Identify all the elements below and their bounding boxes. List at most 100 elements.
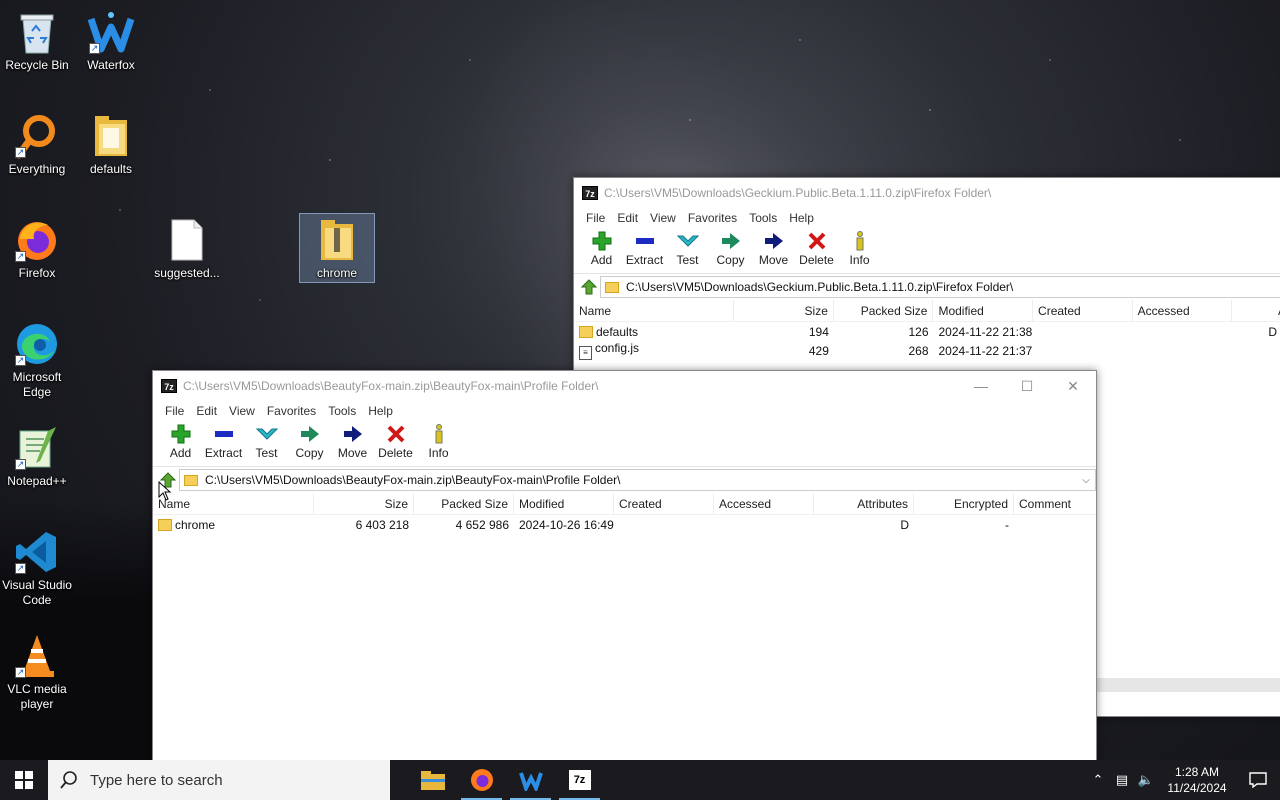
notification-center-button[interactable] (1236, 772, 1280, 788)
desktop-icon-everything[interactable]: ↗ Everything (0, 112, 74, 177)
move-label: Move (337, 446, 368, 460)
column-header-size[interactable]: Size (734, 299, 834, 322)
test-button[interactable]: Test (666, 230, 709, 267)
desktop-icon-firefox[interactable]: ↗ Firefox (0, 216, 74, 281)
firefox-icon: ↗ (13, 216, 61, 264)
move-button[interactable]: Move (331, 423, 374, 460)
menu-help[interactable]: Help (362, 404, 399, 418)
column-header-created[interactable]: Created (614, 492, 714, 515)
cell-attr: D d (1268, 324, 1280, 339)
desktop-icon-defaults[interactable]: defaults (74, 112, 148, 177)
front-window-titlebar[interactable]: 7z C:\Users\VM5\Downloads\BeautyFox-main… (153, 371, 1096, 401)
search-placeholder: Type here to search (90, 771, 223, 789)
info-label: Info (428, 446, 449, 460)
path-input[interactable]: C:\Users\VM5\Downloads\BeautyFox-main.zi… (179, 469, 1096, 491)
test-button[interactable]: Test (245, 423, 288, 460)
menu-edit[interactable]: Edit (190, 404, 223, 418)
waterfox-icon: ↗ (87, 8, 135, 56)
info-button[interactable]: Info (838, 230, 881, 267)
test-label: Test (255, 446, 278, 460)
desktop-icon-chrome-folder[interactable]: chrome (299, 213, 375, 283)
menu-view[interactable]: View (644, 211, 682, 225)
column-header-modified[interactable]: Modified (933, 299, 1034, 322)
desktop-icon-notepadpp[interactable]: ↗ Notepad++ (0, 424, 74, 489)
column-header-comment[interactable]: Comment (1014, 493, 1094, 515)
cell-name: defaults (574, 325, 734, 339)
desktop-icon-edge[interactable]: ↗ Microsoft Edge (0, 320, 74, 400)
cell-packed: 126 (908, 324, 929, 339)
menu-tools[interactable]: Tools (743, 211, 783, 225)
add-button[interactable]: Add (580, 230, 623, 267)
close-button[interactable]: ✕ (1050, 371, 1096, 401)
column-header-attributes[interactable]: A (1232, 300, 1280, 322)
maximize-button[interactable]: ☐ (1004, 371, 1050, 401)
menu-view[interactable]: View (223, 404, 261, 418)
column-header-name[interactable]: Name (153, 492, 314, 515)
copy-label: Copy (295, 446, 324, 460)
menu-favorites[interactable]: Favorites (261, 404, 322, 418)
desktop-icon-vlc[interactable]: ↗ VLC media player (0, 632, 74, 712)
back-window-menubar: File Edit View Favorites Tools Help (574, 208, 1280, 228)
menu-favorites[interactable]: Favorites (682, 211, 743, 225)
taskbar-7zip[interactable]: 7z (555, 760, 604, 800)
back-window-scrollbar[interactable] (1094, 678, 1280, 692)
clock-time: 1:28 AM (1174, 765, 1220, 779)
taskbar-waterfox[interactable] (506, 760, 555, 800)
taskbar-firefox[interactable] (457, 760, 506, 800)
volume-muted-icon[interactable]: 🔈 (1134, 772, 1158, 788)
desktop-icon-suggested[interactable]: suggested... (150, 216, 224, 281)
chevron-up-icon[interactable]: ⌃ (1086, 772, 1110, 788)
column-header-accessed[interactable]: Accessed (1133, 299, 1233, 322)
move-button[interactable]: Move (752, 230, 795, 267)
everything-search-icon: ↗ (13, 112, 61, 160)
column-header-size[interactable]: Size (314, 492, 414, 515)
zip-folder-icon (313, 216, 361, 264)
start-button[interactable] (0, 760, 48, 800)
taskbar-file-explorer[interactable] (408, 760, 457, 800)
path-input[interactable]: C:\Users\VM5\Downloads\Geckium.Public.Be… (600, 276, 1280, 298)
desktop-icon-recycle-bin[interactable]: Recycle Bin (0, 8, 74, 73)
column-header-attributes[interactable]: Attributes (814, 492, 914, 515)
column-header-name[interactable]: Name (574, 299, 735, 322)
desktop-icon-waterfox[interactable]: ↗ Waterfox (74, 8, 148, 73)
folder-icon (605, 281, 619, 293)
menu-file[interactable]: File (580, 211, 611, 225)
table-row[interactable]: ≡config.js 429 268 2024-11-22 21:37 - (574, 341, 1280, 360)
copy-button[interactable]: Copy (709, 230, 752, 267)
taskbar-clock[interactable]: 1:28 AM 11/24/2024 (1158, 764, 1236, 796)
extract-button[interactable]: Extract (623, 230, 666, 267)
7zip-app-icon: 7z (582, 186, 598, 200)
column-header-modified[interactable]: Modified (514, 492, 614, 515)
desktop-icon-vscode[interactable]: ↗ Visual Studio Code (0, 528, 74, 608)
table-row[interactable]: defaults 194 126 2024-11-22 21:38 D d (574, 322, 1280, 341)
menu-edit[interactable]: Edit (611, 211, 644, 225)
front-7zip-window[interactable]: 7z C:\Users\VM5\Downloads\BeautyFox-main… (152, 370, 1097, 762)
column-header-packed-size[interactable]: Packed Size (834, 299, 934, 322)
script-file-icon: ≡ (579, 346, 592, 360)
column-header-packed-size[interactable]: Packed Size (414, 492, 514, 515)
copy-button[interactable]: Copy (288, 423, 331, 460)
menu-tools[interactable]: Tools (322, 404, 362, 418)
delete-button[interactable]: Delete (374, 423, 417, 460)
extract-label: Extract (625, 253, 664, 267)
add-button[interactable]: Add (159, 423, 202, 460)
desktop-icon-label: Everything (8, 162, 66, 176)
info-button[interactable]: Info (417, 423, 460, 460)
column-header-accessed[interactable]: Accessed (714, 492, 814, 515)
chevron-down-icon[interactable]: ⌵ (1077, 475, 1095, 486)
minimize-button[interactable]: — (958, 371, 1004, 401)
cell-modified: 2024-11-22 21:38 (938, 324, 1033, 339)
extract-button[interactable]: Extract (202, 423, 245, 460)
menu-help[interactable]: Help (783, 211, 820, 225)
table-row[interactable]: chrome 6 403 218 4 652 986 2024-10-26 16… (153, 515, 1096, 534)
column-header-created[interactable]: Created (1033, 299, 1133, 322)
column-header-encrypted[interactable]: Encrypted (914, 492, 1014, 515)
up-folder-button[interactable] (578, 276, 600, 298)
folder-icon (184, 474, 198, 486)
menu-file[interactable]: File (159, 404, 190, 418)
network-icon[interactable]: ▤ (1110, 772, 1134, 788)
delete-x-icon (804, 230, 830, 252)
delete-button[interactable]: Delete (795, 230, 838, 267)
taskbar-search-box[interactable]: Type here to search (48, 760, 390, 800)
back-window-titlebar[interactable]: 7z C:\Users\VM5\Downloads\Geckium.Public… (574, 178, 1280, 208)
